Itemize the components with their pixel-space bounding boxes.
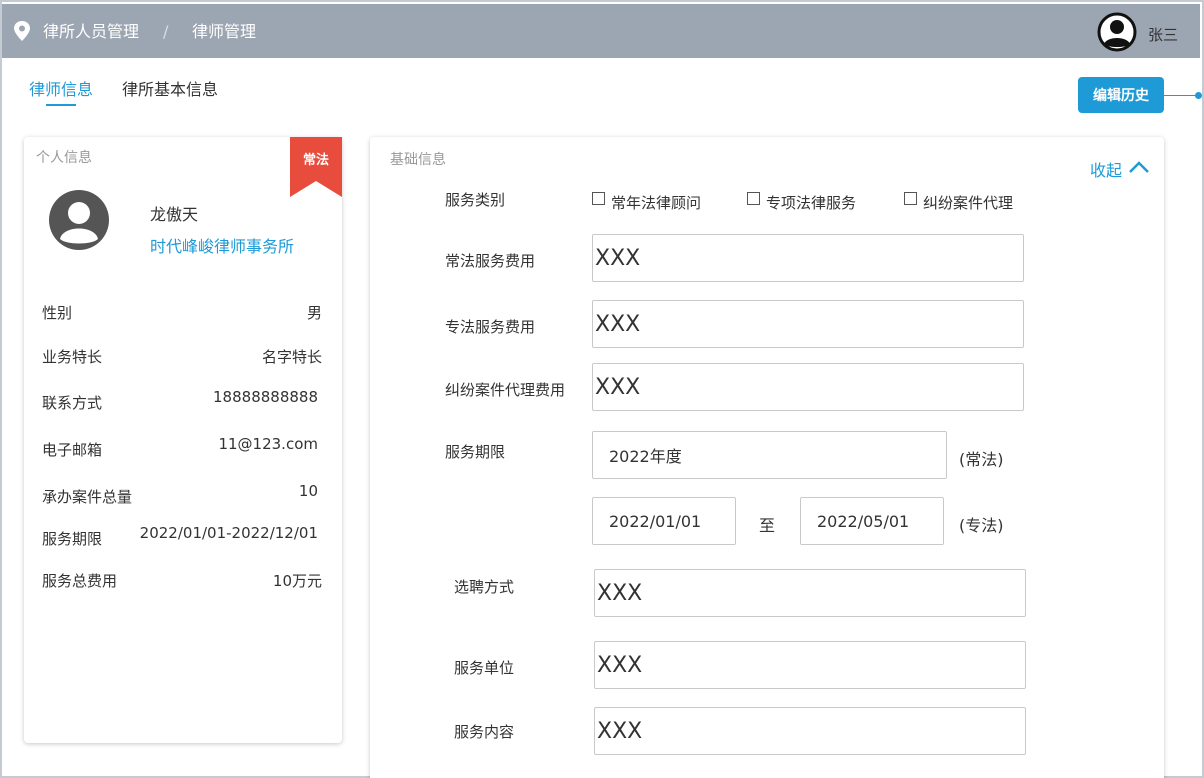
username[interactable]: 张三 (1148, 24, 1178, 45)
service-term-field-label: 服务期限 (445, 443, 506, 461)
service-type-label: 服务类别 (445, 191, 506, 209)
basic-info-title: 基础信息 (390, 152, 446, 168)
history-connector-dot (1195, 92, 1202, 99)
hire-method-label: 选聘方式 (454, 578, 515, 596)
service-term-label: 服务期限 (42, 530, 103, 548)
service-content-label: 服务内容 (454, 723, 515, 741)
breadcrumb-item-lawyer[interactable]: 律师管理 (192, 22, 256, 42)
checkbox-dispute-agency[interactable] (904, 192, 917, 205)
checkbox-regular-counsel-label[interactable]: 常年法律顾问 (611, 192, 701, 213)
dispute-fee-label: 纠纷案件代理费用 (445, 381, 566, 399)
edit-history-button[interactable]: 编辑历史 (1078, 77, 1164, 113)
breadcrumb-separator: / (163, 22, 169, 41)
gender-value: 男 (306, 304, 322, 322)
term-regular-tag: (常法) (959, 450, 1004, 469)
tab-firm-info[interactable]: 律所基本信息 (122, 80, 218, 100)
case-total-label: 承办案件总量 (42, 488, 133, 506)
personal-info-title: 个人信息 (36, 150, 92, 166)
basic-info-card: 基础信息 收起 服务类别 常年法律顾问 专项法律服务 纠纷案件代理 常法服务费用… (370, 137, 1164, 778)
top-bar: 律所人员管理 / 律师管理 张三 (2, 4, 1200, 58)
personal-info-card: 个人信息 常法 龙傲天 时代峰峻律师事务所 性别 男 业务特长 名字特长 联系方… (24, 137, 342, 743)
collapse-button[interactable]: 收起 (1090, 157, 1122, 181)
breadcrumb-item-staff[interactable]: 律所人员管理 (43, 22, 139, 42)
term-regular-select[interactable]: 2022年度 (592, 431, 947, 479)
location-pin-icon (14, 21, 30, 41)
term-end-date-input[interactable]: 2022/05/01 (800, 497, 944, 545)
specialty-value: 名字特长 (261, 348, 322, 366)
case-total-value: 10 (298, 482, 318, 500)
service-content-input[interactable]: XXX (594, 707, 1026, 755)
gender-label: 性别 (42, 304, 73, 322)
term-special-tag: (专法) (959, 516, 1004, 535)
checkbox-special-service-label[interactable]: 专项法律服务 (766, 192, 856, 213)
email-label: 电子邮箱 (42, 441, 103, 459)
special-fee-label: 专法服务费用 (445, 318, 536, 336)
term-start-date-input[interactable]: 2022/01/01 (592, 497, 736, 545)
service-unit-label: 服务单位 (454, 659, 515, 677)
active-tab-indicator (46, 104, 76, 106)
checkbox-special-service[interactable] (747, 192, 760, 205)
regular-fee-label: 常法服务费用 (445, 252, 536, 270)
badge-label: 常法 (302, 153, 329, 168)
regular-fee-input[interactable]: XXX (592, 234, 1024, 282)
tab-lawyer-info[interactable]: 律师信息 (29, 80, 93, 100)
email-value: 11@123.com (218, 435, 318, 453)
checkbox-regular-counsel[interactable] (592, 192, 605, 205)
law-firm-link[interactable]: 时代峰峻律师事务所 (150, 233, 294, 257)
specialty-label: 业务特长 (42, 348, 103, 366)
total-fee-value: 10万元 (272, 572, 322, 590)
term-range-separator: 至 (759, 516, 776, 535)
service-unit-input[interactable]: XXX (594, 641, 1026, 689)
profile-avatar-icon (49, 190, 109, 250)
dispute-fee-input[interactable]: XXX (592, 363, 1024, 411)
total-fee-label: 服务总费用 (42, 572, 118, 590)
contact-label: 联系方式 (42, 394, 103, 412)
checkbox-dispute-agency-label[interactable]: 纠纷案件代理 (923, 192, 1013, 213)
service-term-value: 2022/01/01-2022/12/01 (139, 524, 318, 542)
user-avatar-icon[interactable] (1097, 12, 1137, 52)
chevron-up-icon[interactable] (1128, 159, 1150, 175)
special-fee-input[interactable]: XXX (592, 300, 1024, 348)
lawyer-name: 龙傲天 (150, 205, 199, 224)
contact-value: 18888888888 (213, 388, 318, 406)
hire-method-input[interactable]: XXX (594, 569, 1026, 617)
